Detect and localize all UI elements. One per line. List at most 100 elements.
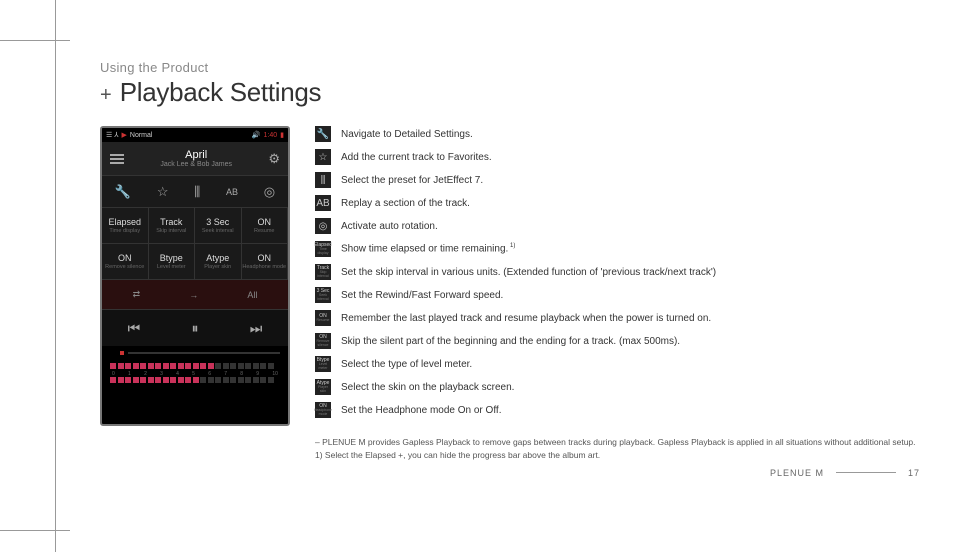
meter-left <box>110 363 280 369</box>
rotation-icon: ◎ <box>264 184 275 200</box>
breadcrumb: Using the Product <box>100 60 920 75</box>
status-right: 🔊 1:40 ▮ <box>252 131 284 139</box>
volume-thumb <box>120 351 124 355</box>
legend-text: Select the preset for JetEffect 7. <box>341 175 483 186</box>
footer-line <box>836 472 896 473</box>
legend-text: Remember the last played track and resum… <box>341 313 711 324</box>
skin-icon: AtypePlayer skin <box>315 379 331 395</box>
track-info: April Jack Lee & Bob James <box>160 149 232 168</box>
legend-row: ElapsedTime display Show time elapsed or … <box>315 241 920 257</box>
level-icon: BtypeLevel meter <box>315 356 331 372</box>
opt-seek: 3 SecSeek interval <box>195 208 242 244</box>
page-content: Using the Product + Playback Settings ☰ … <box>100 60 920 462</box>
legend: 🔧 Navigate to Detailed Settings. ☆ Add the … <box>315 126 920 426</box>
opt-level: BtypeLevel meter <box>149 244 196 280</box>
legend-row: ◎ Activate auto rotation. <box>315 218 920 234</box>
legend-text: Select the skin on the playback screen. <box>341 382 514 393</box>
playback-controls: ⏮ ⏸ ⏭ <box>102 310 288 346</box>
track-icon: TrackSkip interval <box>315 264 331 280</box>
opt-track: TrackSkip interval <box>149 208 196 244</box>
legend-row: 🔧 Navigate to Detailed Settings. <box>315 126 920 142</box>
legend-row: ONResume Remember the last played track a… <box>315 310 920 326</box>
volume-bar <box>102 346 288 360</box>
opt-resume: ONResume <box>242 208 289 244</box>
opt-elapsed: ElapsedTime display <box>102 208 149 244</box>
legend-text: Skip the silent part of the beginning an… <box>341 336 680 347</box>
ab-repeat-icon: AB <box>315 195 331 211</box>
device-screenshot: ☰ ⅄ ▶ Normal 🔊 1:40 ▮ April Jack Lee & B… <box>100 126 290 426</box>
product-name: PLENUE M <box>770 468 824 478</box>
legend-text: Navigate to Detailed Settings. <box>341 129 473 140</box>
prev-icon: ⏮ <box>128 320 141 337</box>
wrench-icon: 🔧 <box>115 184 131 200</box>
ab-repeat-icon: AB <box>226 187 238 197</box>
repeat-all: All <box>247 290 257 300</box>
eq-preset-label: Normal <box>130 132 153 139</box>
gear-icon: ⚙ <box>268 151 280 167</box>
album-strip: ⇄ → All <box>102 280 288 310</box>
wrench-icon: 🔧 <box>315 126 331 142</box>
legend-text: Select the type of level meter. <box>341 359 472 370</box>
margin-marker-top <box>0 40 70 41</box>
track-artist: Jack Lee & Bob James <box>160 161 232 168</box>
status-bar: ☰ ⅄ ▶ Normal 🔊 1:40 ▮ <box>102 128 288 142</box>
star-icon: ☆ <box>315 149 331 165</box>
title-row: + Playback Settings <box>100 77 920 108</box>
opt-silence: ONRemove silence <box>102 244 149 280</box>
equalizer-icon: ⫼ <box>194 184 200 200</box>
level-meters: 012345678910 <box>102 360 288 387</box>
legend-row: ☆ Add the current track to Favorites. <box>315 149 920 165</box>
player-header: April Jack Lee & Bob James ⚙ <box>102 142 288 176</box>
pause-icon: ⏸ <box>191 320 198 337</box>
legend-text: Activate auto rotation. <box>341 221 438 232</box>
footnote-gapless: – PLENUE M provides Gapless Playback to … <box>315 436 920 449</box>
legend-text: Show time elapsed or time remaining. 1) <box>341 243 515 254</box>
hamburger-icon <box>110 154 124 164</box>
legend-row: ⫼ Select the preset for JetEffect 7. <box>315 172 920 188</box>
opt-skin: AtypePlayer skin <box>195 244 242 280</box>
footnote-elapsed: 1) Select the Elapsed +, you can hide th… <box>315 449 920 462</box>
legend-row: ONHeadphone mode Set the Headphone mode O… <box>315 402 920 418</box>
resume-icon: ONResume <box>315 310 331 326</box>
arrow-icon: → <box>189 290 198 300</box>
volume-icon: 🔊 <box>252 131 261 139</box>
main-row: ☰ ⅄ ▶ Normal 🔊 1:40 ▮ April Jack Lee & B… <box>100 126 920 426</box>
legend-row: ONRemove silence Skip the silent part of … <box>315 333 920 349</box>
margin-marker-left <box>55 0 56 552</box>
silence-icon: ONRemove silence <box>315 333 331 349</box>
clock-time: 1:40 <box>264 132 278 139</box>
legend-row: 3 SecSeek intervalSet the Rewind/Fast Fo… <box>315 287 920 303</box>
opt-headphone: ONHeadphone mode <box>242 244 289 280</box>
footnotes: – PLENUE M provides Gapless Playback to … <box>315 436 920 462</box>
legend-text: Add the current track to Favorites. <box>341 152 492 163</box>
legend-text: Set the Headphone mode On or Off. <box>341 405 501 416</box>
3sec-icon: 3 SecSeek interval <box>315 287 331 303</box>
play-icon: ▶ <box>122 131 127 139</box>
next-icon: ⏭ <box>250 320 263 337</box>
legend-row: AtypePlayer skin Select the skin on the p… <box>315 379 920 395</box>
icon-row: 🔧 ☆ ⫼ AB ◎ <box>102 176 288 208</box>
track-title: April <box>160 149 232 161</box>
headphone-icon: ONHeadphone mode <box>315 402 331 418</box>
battery-icon: ▮ <box>280 131 284 139</box>
legend-row: BtypeLevel meter Select the type of level… <box>315 356 920 372</box>
rotation-icon: ◎ <box>315 218 331 234</box>
star-icon: ☆ <box>157 184 169 200</box>
menu-icon: ☰ ⅄ <box>106 131 119 139</box>
legend-row: AB Replay a section of the track. <box>315 195 920 211</box>
shuffle-icon: ⇄ <box>133 289 141 300</box>
elapsed-icon: ElapsedTime display <box>315 241 331 257</box>
meter-right <box>110 377 280 383</box>
legend-row: TrackSkip interval Set the skip interval … <box>315 264 920 280</box>
status-left: ☰ ⅄ ▶ Normal <box>106 131 152 139</box>
legend-text: Set the skip interval in various units. … <box>341 267 716 278</box>
title-plus: + <box>100 84 112 107</box>
page-footer: PLENUE M 17 <box>770 468 920 478</box>
footnote-ref: 1) <box>508 243 515 249</box>
legend-text: Replay a section of the track. <box>341 198 470 209</box>
page-title: Playback Settings <box>120 77 322 108</box>
equalizer-icon: ⫼ <box>315 172 331 188</box>
options-grid: ElapsedTime display TrackSkip interval 3… <box>102 208 288 280</box>
page-number: 17 <box>908 468 920 478</box>
volume-track <box>128 352 280 354</box>
